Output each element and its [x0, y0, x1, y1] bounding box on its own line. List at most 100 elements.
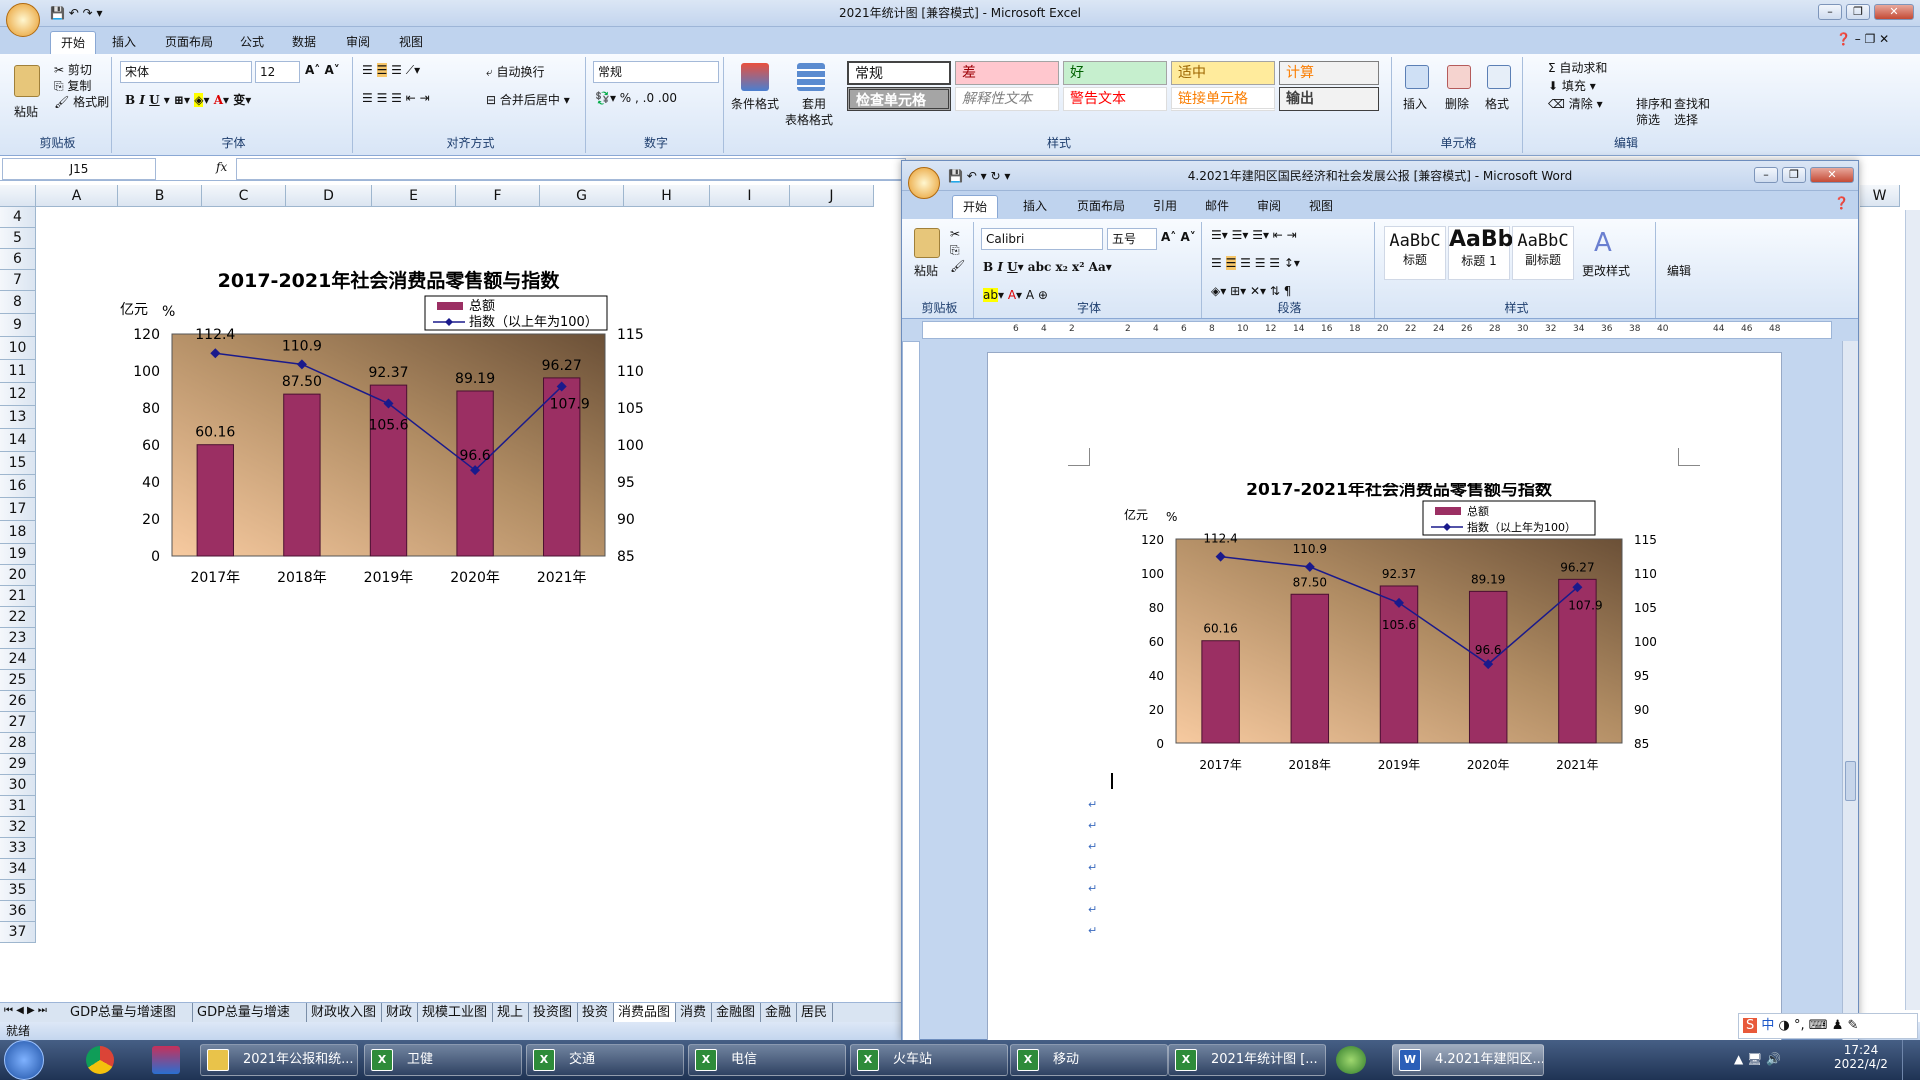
- column-header[interactable]: B: [118, 185, 202, 207]
- taskbar-item[interactable]: X 2021年统计图 [...: [1168, 1044, 1326, 1076]
- row-header[interactable]: 5: [0, 228, 36, 249]
- word-grow-font-buttons[interactable]: A˄ A˅: [1161, 230, 1196, 244]
- taskbar-item[interactable]: 2021年公报和统...: [200, 1044, 358, 1076]
- column-header[interactable]: F: [456, 185, 540, 207]
- vertical-align-buttons[interactable]: ☰ ☰ ☰ ⟋▾: [362, 63, 420, 78]
- style-neutral[interactable]: 适中: [1171, 61, 1275, 85]
- tab-formulas[interactable]: 公式: [230, 31, 274, 54]
- column-header[interactable]: G: [540, 185, 624, 207]
- vertical-ruler[interactable]: [902, 341, 920, 1041]
- office-button[interactable]: [6, 3, 40, 37]
- format-as-table-button-2[interactable]: 表格格式: [785, 111, 833, 128]
- row-header[interactable]: 6: [0, 249, 36, 270]
- conditional-format-button[interactable]: 条件格式: [731, 95, 779, 112]
- close-button[interactable]: ✕: [1874, 4, 1914, 20]
- sheet-tab[interactable]: GDP总量与增速图: [66, 1003, 193, 1023]
- chrome-icon[interactable]: [86, 1046, 114, 1074]
- change-styles-button[interactable]: 更改样式: [1582, 262, 1630, 279]
- excel-chart[interactable]: 2017-2021年社会消费品零售额与指数 0 20 40 60 80 100 120 85 90…: [110, 262, 650, 632]
- sheet-tab[interactable]: 财政收入图: [307, 1003, 382, 1023]
- tab-page-layout[interactable]: 页面布局: [155, 31, 223, 54]
- font-size-select[interactable]: 12: [255, 61, 300, 83]
- row-header[interactable]: 36: [0, 901, 36, 922]
- font-name-select[interactable]: 宋体: [120, 61, 252, 83]
- formula-input[interactable]: [236, 158, 906, 180]
- taskbar-app-icon[interactable]: [1336, 1046, 1366, 1074]
- clock[interactable]: 17:24 2022/4/2: [1826, 1043, 1896, 1071]
- sheet-tab[interactable]: 消费: [676, 1003, 712, 1023]
- row-header[interactable]: 22: [0, 607, 36, 628]
- sheet-tab[interactable]: 消费品图: [614, 1003, 676, 1023]
- sheet-tab[interactable]: 规模工业图: [418, 1003, 493, 1023]
- fx-button[interactable]: fx: [216, 160, 227, 174]
- row-header[interactable]: 27: [0, 712, 36, 733]
- column-header[interactable]: I: [710, 185, 790, 207]
- column-header[interactable]: A: [36, 185, 118, 207]
- taskbar-item[interactable]: X 移动: [1010, 1044, 1168, 1076]
- style-calculation[interactable]: 计算: [1279, 61, 1379, 85]
- word-restore-button[interactable]: ❐: [1782, 167, 1806, 183]
- minimize-button[interactable]: –: [1818, 4, 1842, 20]
- wrap-text-button[interactable]: ⤶ 自动换行: [486, 63, 545, 80]
- tab-insert[interactable]: 插入: [102, 31, 146, 54]
- style-normal[interactable]: 常规: [847, 61, 951, 85]
- sheet-tab[interactable]: 财政: [382, 1003, 418, 1023]
- quick-access-toolbar[interactable]: 💾 ↶ ↷ ▾: [50, 5, 170, 21]
- name-box[interactable]: J15: [2, 158, 156, 180]
- word-tab-review[interactable]: 审阅: [1247, 195, 1291, 218]
- column-header-w[interactable]: W: [1860, 185, 1900, 207]
- word-font-name-select[interactable]: Calibri: [981, 228, 1103, 250]
- row-header[interactable]: 30: [0, 775, 36, 796]
- tray-icons[interactable]: ▲ 🖥 🔊: [1734, 1052, 1781, 1066]
- row-header[interactable]: 32: [0, 817, 36, 838]
- copy-button[interactable]: ⎘ 复制: [54, 77, 91, 94]
- taskbar-item[interactable]: X 卫健: [364, 1044, 522, 1076]
- row-header[interactable]: 25: [0, 670, 36, 691]
- word-list-buttons[interactable]: ☰▾ ☰▾ ☰▾ ⇤ ⇥: [1211, 228, 1297, 242]
- word-chart[interactable]: 2017-2021年社会消费品零售额与指数 0 20 40 60 80 100 120 85 90…: [1118, 483, 1678, 783]
- style-good[interactable]: 好: [1063, 61, 1167, 85]
- grow-shrink-font-buttons[interactable]: A˄ A˅: [305, 63, 340, 77]
- column-header[interactable]: H: [624, 185, 710, 207]
- column-header[interactable]: J: [790, 185, 874, 207]
- word-edit-button[interactable]: 编辑: [1667, 262, 1691, 279]
- word-tab-home[interactable]: 开始: [952, 195, 999, 218]
- row-header[interactable]: 37: [0, 922, 36, 943]
- style-warning[interactable]: 警告文本: [1063, 87, 1167, 111]
- winrar-icon[interactable]: [152, 1046, 180, 1074]
- tab-review[interactable]: 审阅: [336, 31, 380, 54]
- find-select-button-2[interactable]: 选择: [1674, 111, 1698, 128]
- word-quick-access-toolbar[interactable]: 💾 ↶ ▾ ↻ ▾: [948, 161, 1010, 191]
- sheet-tab[interactable]: 金融: [761, 1003, 797, 1023]
- row-header[interactable]: 9: [0, 314, 36, 337]
- word-shading-buttons[interactable]: ◈▾ ⊞▾ ✕▾ ⇅ ¶: [1211, 284, 1291, 298]
- style-gallery-title[interactable]: AaBbC 标题: [1384, 226, 1446, 280]
- word-clipboard-small-buttons[interactable]: ✂ ⎘ 🖌: [950, 226, 965, 274]
- ime-toolbar[interactable]: S 中 ◑ °, ⌨ ♟ ✎: [1738, 1013, 1918, 1039]
- sheet-tab[interactable]: 居民: [797, 1003, 833, 1023]
- word-paste-button[interactable]: 粘贴: [914, 262, 938, 279]
- row-header[interactable]: 35: [0, 880, 36, 901]
- sheet-tab[interactable]: 投资图: [529, 1003, 578, 1023]
- taskbar-item[interactable]: X 火车站: [850, 1044, 1008, 1076]
- row-header[interactable]: 16: [0, 475, 36, 498]
- word-tab-mailings[interactable]: 邮件: [1195, 195, 1239, 218]
- paste-button[interactable]: 粘贴: [14, 103, 38, 120]
- insert-cells-button[interactable]: 插入: [1403, 95, 1427, 112]
- style-linked-cell[interactable]: 链接单元格: [1171, 87, 1275, 111]
- word-minimize-button[interactable]: –: [1754, 167, 1778, 183]
- start-button[interactable]: [4, 1040, 44, 1080]
- row-header[interactable]: 28: [0, 733, 36, 754]
- number-format-buttons[interactable]: 💱▾ % , .0 .00: [595, 91, 677, 105]
- excel-vertical-scrollbar[interactable]: [1905, 210, 1920, 1010]
- style-bad[interactable]: 差: [955, 61, 1059, 85]
- row-header[interactable]: 31: [0, 796, 36, 817]
- sort-filter-button[interactable]: 排序和: [1636, 95, 1672, 112]
- row-header[interactable]: 4: [0, 207, 36, 228]
- autosum-button[interactable]: Σ 自动求和: [1548, 59, 1607, 76]
- row-header[interactable]: 20: [0, 565, 36, 586]
- row-header[interactable]: 29: [0, 754, 36, 775]
- row-header[interactable]: 21: [0, 586, 36, 607]
- taskbar-item[interactable]: W 4.2021年建阳区...: [1392, 1044, 1544, 1076]
- taskbar-item[interactable]: X 电信: [688, 1044, 846, 1076]
